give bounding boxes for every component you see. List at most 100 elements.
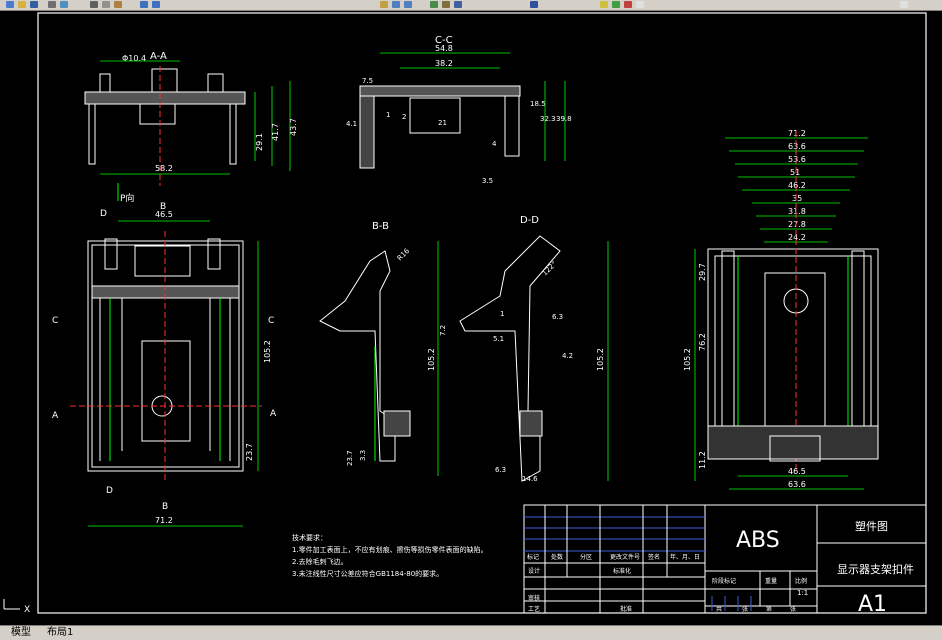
notes-line-3: 3.未注线性尺寸公差应符合GB1184-80的要求。 — [292, 569, 443, 578]
cut-icon[interactable] — [90, 1, 98, 8]
dim-cc-j: 39.8 — [556, 115, 572, 123]
dim-bb-c: 3.3 — [359, 450, 367, 461]
marker-b-top: B — [160, 202, 166, 212]
dim-cc-d: 4.1 — [346, 120, 357, 128]
label-standard: 标准化 — [613, 567, 631, 575]
technical-notes: 技术要求： 1.零件加工表面上，不应有划痕、擦伤等损伤零件表面的缺陷。 2.去除… — [292, 533, 488, 578]
label-page: 张 — [742, 605, 748, 613]
header-4: 签名 — [648, 553, 660, 561]
design-center-icon[interactable] — [442, 1, 450, 8]
copy-icon[interactable] — [102, 1, 110, 8]
notes-line-2: 2.去除毛刺飞边。 — [292, 557, 348, 566]
help-icon[interactable] — [530, 1, 538, 8]
marker-b-bottom: B — [162, 502, 168, 512]
view-aa-label: A-A — [150, 51, 167, 62]
header-2: 分区 — [580, 553, 592, 561]
layout-tab-bar: 模型 布局1 — [0, 625, 942, 640]
save-icon[interactable] — [30, 1, 38, 8]
label-stage: 阶段标记 — [712, 577, 736, 585]
tool-palette-icon[interactable] — [454, 1, 462, 8]
properties-icon[interactable] — [430, 1, 438, 8]
dim-dd-h: 105.2 — [596, 348, 605, 371]
label-designer: 设计 — [528, 567, 540, 575]
dim-front-h: 105.2 — [263, 340, 272, 363]
header-1: 处数 — [551, 553, 563, 561]
dim-cc-k: 4 — [492, 140, 497, 148]
dim-dd-f: 14.6 — [522, 475, 538, 483]
view-front: 46.5 105.2 23.7 71.2 D B C C A A D B — [52, 202, 277, 527]
label-weight: 重量 — [765, 577, 777, 585]
view-aa: A-A Φ10.4 58.2 29.1 41.7 43.7 P向 — [84, 51, 298, 204]
label-approve: 批准 — [620, 605, 632, 613]
drawing-canvas[interactable]: A-A Φ10.4 58.2 29.1 41.7 43.7 P向 C-C 54.… — [0, 11, 942, 625]
title-block-text: ABS 塑件图 显示器支架扣件 A1 1:1 标记 处数 分区 更改文件号 签名… — [527, 519, 914, 617]
dim-cc-g: 21 — [438, 119, 447, 127]
dim-side-h1: 29.7 — [698, 263, 707, 281]
marker-d-top: D — [100, 209, 107, 219]
view-bb: B-B R16 105.2 7.2 23.7 3.3 — [319, 221, 447, 476]
label-review: 审核 — [528, 594, 540, 602]
view-bb-label: B-B — [372, 221, 389, 232]
dim-bb-r: R16 — [396, 247, 412, 263]
redo-icon[interactable] — [152, 1, 160, 8]
dim-side-1: 63.6 — [788, 142, 806, 151]
notes-title: 技术要求： — [292, 533, 327, 542]
sheet-text: A1 — [858, 592, 887, 617]
tab-layout1[interactable]: 布局1 — [44, 627, 76, 639]
dim-side-bot2: 63.6 — [788, 480, 806, 489]
layer-lock-icon[interactable] — [624, 1, 632, 8]
dim-front-wbot: 71.2 — [155, 516, 173, 525]
preview-icon[interactable] — [60, 1, 68, 8]
header-0: 标记 — [527, 553, 539, 561]
marker-c-left: C — [52, 316, 58, 326]
dim-aa-h1: 29.1 — [255, 133, 264, 151]
label-ratio: 比例 — [795, 577, 807, 585]
dim-side-8: 24.2 — [788, 233, 806, 242]
dim-side-4: 46.2 — [788, 181, 806, 190]
dim-side-2: 53.6 — [788, 155, 806, 164]
dim-cc-e: 1 — [386, 111, 390, 119]
dim-aa-dia: Φ10.4 — [122, 54, 146, 63]
dim-dd-ang: 122° — [541, 260, 559, 278]
view-side: 71.2 63.6 53.6 51 46.2 35 31.8 27.8 24.2… — [683, 129, 879, 490]
scale-text: 1:1 — [797, 589, 808, 597]
view-dd: D-D 122° 105.2 1 6.3 5.1 4.2 6.3 14.6 — [459, 215, 609, 483]
dim-side-3: 51 — [790, 168, 800, 177]
zoom-window-icon[interactable] — [404, 1, 412, 8]
layer-dropdown-icon[interactable] — [636, 1, 644, 8]
dim-side-h4: 11.2 — [698, 451, 707, 469]
paste-icon[interactable] — [114, 1, 122, 8]
label-num: 第 — [766, 605, 772, 613]
dim-bb-h: 105.2 — [427, 348, 436, 371]
dim-dd-b: 6.3 — [552, 313, 563, 321]
dim-aa-h3: 43.7 — [289, 118, 298, 136]
view-cc: C-C 54.8 38.2 7.5 4.1 1 2 21 18.5 32.3 3… — [346, 35, 572, 185]
marker-c-right: C — [268, 316, 274, 326]
dim-dd-c: 5.1 — [493, 335, 504, 343]
layer-state-icon[interactable] — [612, 1, 620, 8]
print-icon[interactable] — [48, 1, 56, 8]
dim-side-0: 71.2 — [788, 129, 806, 138]
undo-icon[interactable] — [140, 1, 148, 8]
layer-icon[interactable] — [600, 1, 608, 8]
new-icon[interactable] — [6, 1, 14, 8]
marker-a-right: A — [270, 409, 277, 419]
dim-cc-b: 38.2 — [435, 59, 453, 68]
dim-side-7: 27.8 — [788, 220, 806, 229]
type-text: 塑件图 — [855, 519, 888, 533]
header-3: 更改文件号 — [610, 553, 640, 561]
open-icon[interactable] — [18, 1, 26, 8]
zoom-icon[interactable] — [392, 1, 400, 8]
color-icon[interactable] — [900, 1, 908, 8]
dim-dd-a: 1 — [500, 310, 504, 318]
dim-dd-e: 6.3 — [495, 466, 506, 474]
p-direction-label: P向 — [120, 192, 134, 204]
label-page2: 张 — [790, 605, 796, 613]
marker-a-left: A — [52, 411, 59, 421]
notes-line-1: 1.零件加工表面上，不应有划痕、擦伤等损伤零件表面的缺陷。 — [292, 545, 488, 554]
dim-cc-l: 3.5 — [482, 177, 493, 185]
dim-cc-h: 18.5 — [530, 100, 546, 108]
pan-icon[interactable] — [380, 1, 388, 8]
dim-side-6: 31.8 — [788, 207, 806, 216]
tab-model[interactable]: 模型 — [8, 627, 34, 639]
